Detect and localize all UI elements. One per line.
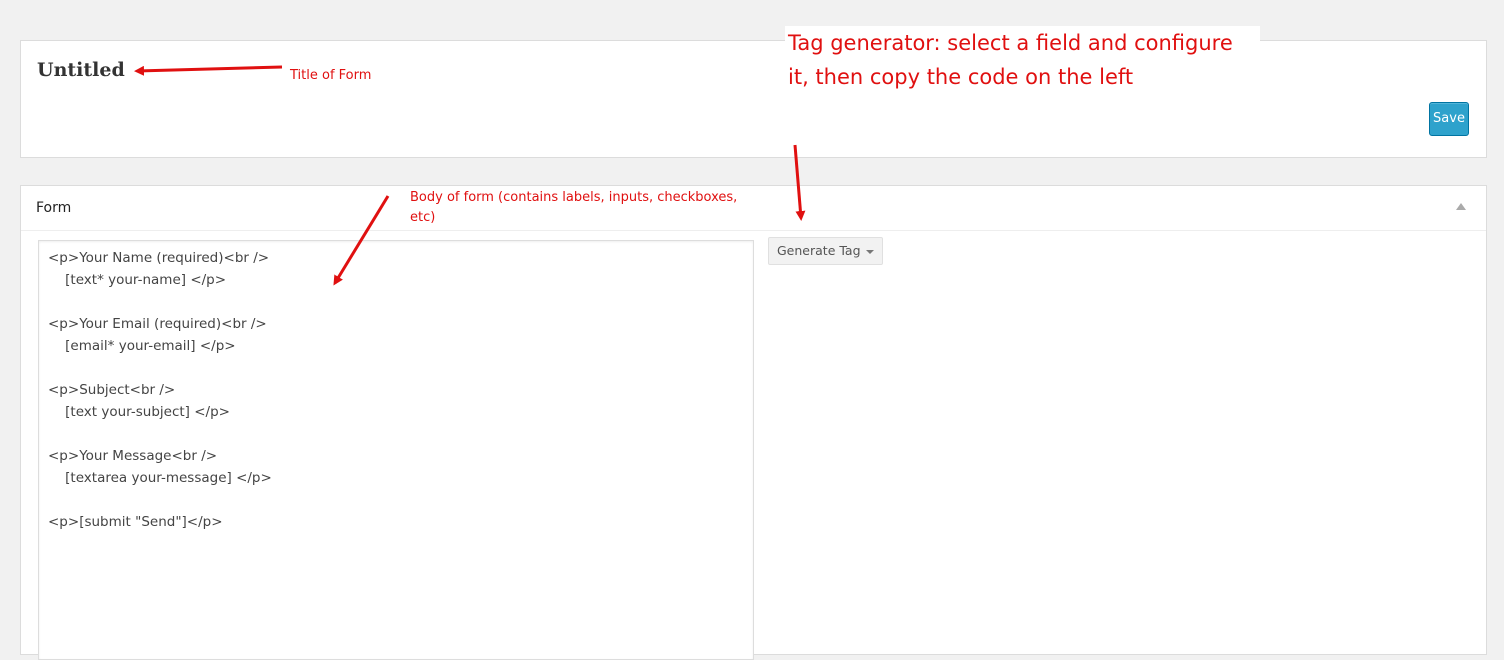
- body-annotation: Body of form (contains labels, inputs, c…: [410, 190, 738, 225]
- title-annotation: Title of Form: [290, 68, 372, 83]
- form-title-box: Untitled: [20, 40, 1487, 158]
- code-line: <p>[submit "Send"]</p>: [48, 514, 223, 530]
- code-line: <p>Your Message<br />: [48, 448, 218, 464]
- save-button[interactable]: Save: [1429, 102, 1469, 136]
- generate-tag-dropdown[interactable]: Generate Tag: [768, 237, 883, 265]
- form-title[interactable]: Untitled: [37, 59, 125, 81]
- caret-down-icon: [865, 249, 874, 254]
- code-line: [textarea your-message] </p>: [48, 470, 272, 486]
- code-line: [text* your-name] </p>: [48, 272, 227, 288]
- form-postbox-title: Form: [36, 200, 72, 216]
- form-postbox: Form <p>Your Name (required)<br /> [text…: [20, 185, 1487, 660]
- code-line: [email* your-email] </p>: [48, 338, 236, 354]
- generate-tag-label: Generate Tag: [777, 243, 861, 258]
- form-postbox-header[interactable]: Form: [21, 186, 1486, 231]
- code-line: <p>Subject<br />: [48, 382, 176, 398]
- collapse-arrow-icon[interactable]: [1456, 203, 1466, 210]
- code-line: <p>Your Name (required)<br />: [48, 250, 270, 266]
- code-line: [text your-subject] </p>: [48, 404, 230, 420]
- code-line: <p>Your Email (required)<br />: [48, 316, 267, 332]
- tag-generator-annotation: Tag generator: select a field and config…: [785, 26, 1260, 94]
- form-code-textarea[interactable]: <p>Your Name (required)<br /> [text* you…: [38, 240, 754, 660]
